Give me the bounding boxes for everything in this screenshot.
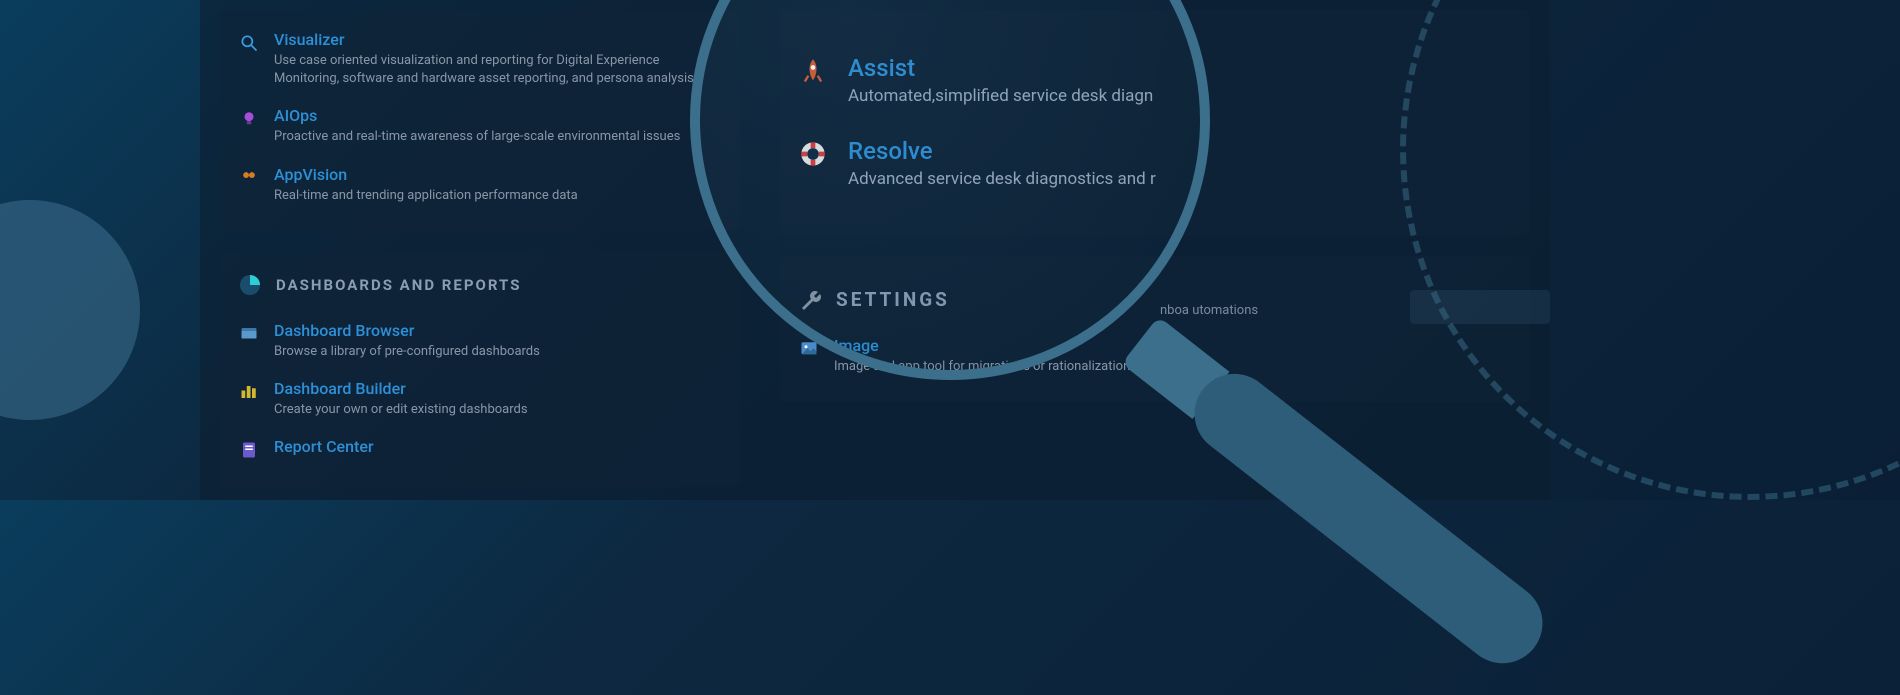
item-title: Dashboard Browser: [274, 321, 722, 340]
section-title: DASHBOARDS AND REPORTS: [276, 276, 521, 294]
lifebuoy-icon: [798, 139, 828, 169]
service-desk-card: Assist Automated,simplified service desk…: [780, 10, 1530, 236]
dashboards-card: DASHBOARDS AND REPORTS Dashboard Browser…: [220, 251, 740, 487]
section-title: SETTINGS: [836, 288, 950, 311]
folder-icon: [238, 323, 260, 345]
item-desc: Create your own or edit existing dashboa…: [274, 401, 722, 419]
item-dashboard-browser[interactable]: Dashboard Browser Browse a library of pr…: [238, 315, 722, 373]
item-title: Report Center: [274, 437, 722, 456]
left-column: Visualizer Use case oriented visualizati…: [200, 0, 760, 500]
item-desc: Use case oriented visualization and repo…: [274, 52, 722, 88]
pie-icon: [238, 273, 262, 297]
bulb-icon: [238, 108, 260, 130]
item-desc: Image and app tool for migrations or rat…: [834, 358, 1512, 376]
side-card-stub: [1410, 290, 1550, 324]
item-title: Assist: [848, 54, 1512, 82]
rocket-icon: [798, 56, 828, 86]
item-dashboard-builder[interactable]: Dashboard Builder Create your own or edi…: [238, 373, 722, 431]
background-circle: [0, 200, 140, 420]
item-desc: Real-time and trending application perfo…: [274, 187, 722, 205]
top-tools-card: Visualizer Use case oriented visualizati…: [220, 10, 740, 231]
image-icon: [798, 338, 820, 360]
item-desc: Browse a library of pre-configured dashb…: [274, 343, 722, 361]
item-desc: Proactive and real-time awareness of lar…: [274, 128, 722, 146]
right-column: Assist Automated,simplified service desk…: [760, 0, 1550, 500]
settings-card: SETTINGS Image Image and app tool for mi…: [780, 256, 1530, 402]
search-icon: [238, 32, 260, 54]
dashboards-header: DASHBOARDS AND REPORTS: [238, 265, 722, 315]
settings-header: SETTINGS: [798, 280, 1512, 330]
item-title: Image: [834, 336, 1512, 355]
item-image[interactable]: Image Image and app tool for migrations …: [798, 330, 1512, 388]
hint-text: nboa utomations: [1160, 303, 1258, 318]
item-visualizer[interactable]: Visualizer Use case oriented visualizati…: [238, 24, 722, 100]
item-desc: Advanced service desk diagnostics and r: [848, 168, 1512, 192]
item-title: AppVision: [274, 165, 722, 184]
item-title: Resolve: [848, 137, 1512, 165]
item-appvision[interactable]: AppVision Real-time and trending applica…: [238, 159, 722, 217]
report-icon: [238, 439, 260, 461]
item-title: Dashboard Builder: [274, 379, 722, 398]
item-resolve[interactable]: Resolve Advanced service desk diagnostic…: [798, 123, 1512, 206]
item-title: Visualizer: [274, 30, 722, 49]
item-title: AIOps: [274, 106, 722, 125]
item-desc: Automated,simplified service desk diagn: [848, 85, 1512, 109]
item-assist[interactable]: Assist Automated,simplified service desk…: [798, 40, 1512, 123]
binoculars-icon: [238, 167, 260, 189]
item-aiops[interactable]: AIOps Proactive and real-time awareness …: [238, 100, 722, 158]
chart-icon: [238, 381, 260, 403]
wrench-icon: [798, 288, 822, 312]
main-panel: Visualizer Use case oriented visualizati…: [200, 0, 1550, 500]
item-report-center[interactable]: Report Center: [238, 431, 722, 473]
